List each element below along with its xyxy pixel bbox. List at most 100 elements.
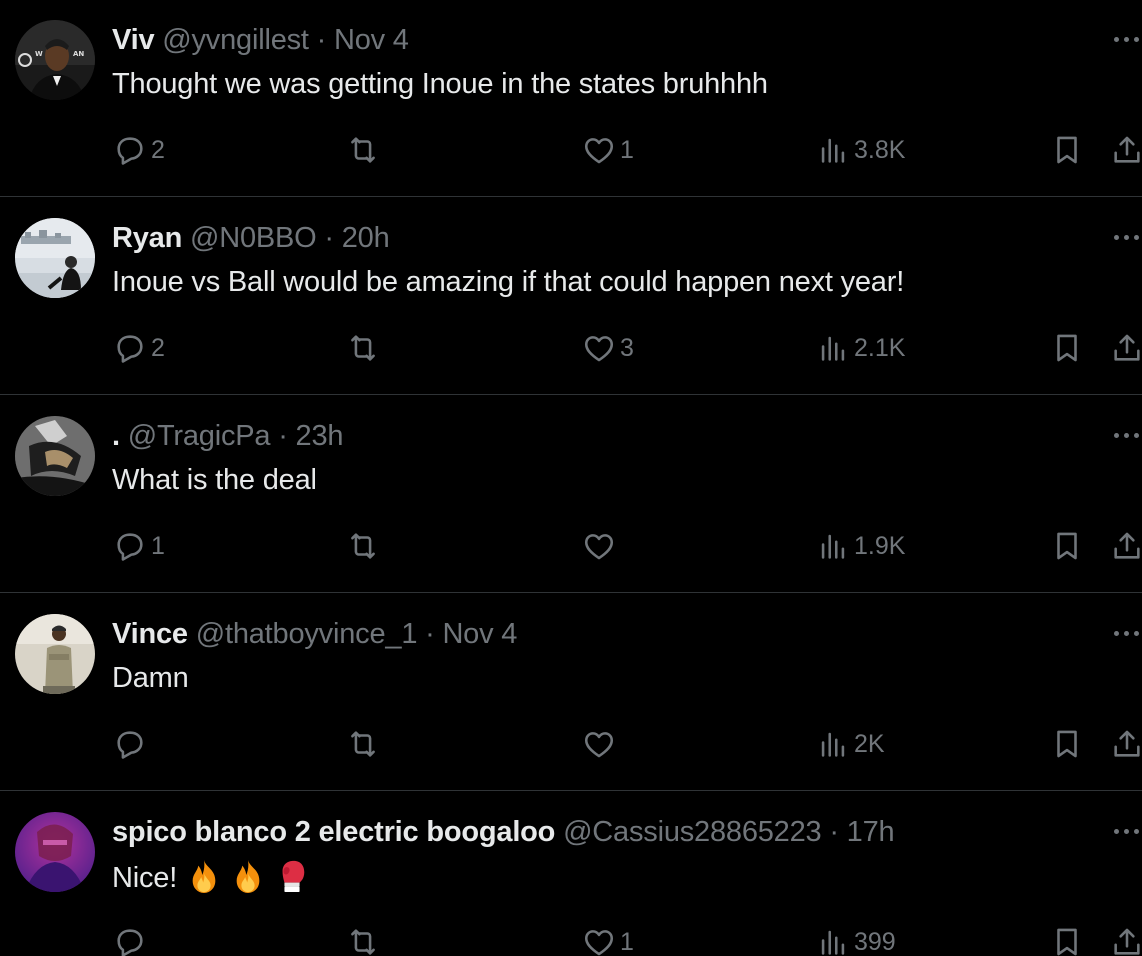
author-handle[interactable]: @yvngillest	[162, 24, 309, 56]
reply-feed: W AN Viv @yvngillest · Nov 4 Thought we …	[0, 0, 1142, 956]
bookmark-button[interactable]	[1048, 328, 1086, 368]
author-handle[interactable]: @Cassius28865223	[563, 816, 822, 848]
avatar[interactable]	[15, 416, 95, 496]
repost-button[interactable]	[344, 922, 384, 956]
share-button[interactable]	[1108, 724, 1142, 764]
separator-dot: ·	[278, 420, 288, 452]
separator-dot: ·	[829, 816, 839, 848]
tweet-header: spico blanco 2 electric boogaloo @Cassiu…	[112, 814, 895, 850]
reply-tweet[interactable]: Vince @thatboyvince_1 · Nov 4 Damn 2K	[0, 594, 1142, 791]
timestamp[interactable]: Nov 4	[442, 618, 517, 650]
more-icon[interactable]	[1112, 226, 1142, 250]
repost-button[interactable]	[344, 526, 384, 566]
author-name[interactable]: .	[112, 420, 120, 452]
avatar[interactable]	[15, 812, 95, 892]
tweet-header: . @TragicPa · 23h	[112, 418, 344, 454]
avatar[interactable]	[15, 218, 95, 298]
views-count: 2.1K	[854, 333, 906, 362]
author-name[interactable]: spico blanco 2 electric boogaloo	[112, 816, 555, 848]
avatar[interactable]	[15, 614, 95, 694]
reply-button[interactable]	[111, 922, 151, 956]
author-handle[interactable]: @TragicPa	[128, 420, 271, 452]
like-button[interactable]: 1	[580, 922, 634, 956]
views-button[interactable]: 2.1K	[814, 328, 905, 368]
views-count: 1.9K	[854, 531, 906, 560]
like-icon	[580, 725, 618, 763]
reply-button[interactable]: 2	[111, 130, 165, 170]
timestamp[interactable]: 23h	[296, 420, 344, 452]
reply-button[interactable]: 1	[111, 526, 165, 566]
reply-button[interactable]: 2	[111, 328, 165, 368]
repost-icon	[344, 131, 382, 169]
separator-dot: ·	[324, 222, 334, 254]
views-icon	[814, 329, 852, 367]
repost-button[interactable]	[344, 724, 384, 764]
action-bar: 1 399	[0, 922, 1142, 956]
bookmark-button[interactable]	[1048, 526, 1086, 566]
timestamp[interactable]: 17h	[847, 816, 895, 848]
tweet-text: Damn	[112, 662, 189, 694]
svg-text:W: W	[35, 50, 43, 58]
fire-emoji	[236, 859, 260, 893]
action-bar: 2 3 2.1K	[0, 328, 1142, 368]
reply-count: 2	[151, 333, 165, 362]
tweet-body: Nice!	[112, 858, 309, 896]
more-icon[interactable]	[1112, 28, 1142, 52]
fire-emoji	[192, 859, 216, 893]
views-button[interactable]: 2K	[814, 724, 885, 764]
views-count: 3.8K	[854, 135, 906, 164]
action-bar: 2 1 3.8K	[0, 130, 1142, 170]
like-button[interactable]: 3	[580, 328, 634, 368]
share-button[interactable]	[1108, 922, 1142, 956]
share-icon	[1108, 329, 1142, 367]
views-button[interactable]: 3.8K	[814, 130, 905, 170]
views-icon	[814, 527, 852, 565]
author-name[interactable]: Vince	[112, 618, 188, 650]
share-button[interactable]	[1108, 130, 1142, 170]
tweet-text: What is the deal	[112, 464, 317, 496]
share-icon	[1108, 923, 1142, 956]
share-icon	[1108, 725, 1142, 763]
reply-tweet[interactable]: spico blanco 2 electric boogaloo @Cassiu…	[0, 792, 1142, 956]
share-button[interactable]	[1108, 328, 1142, 368]
views-button[interactable]: 1.9K	[814, 526, 905, 566]
like-count: 1	[620, 927, 634, 956]
more-icon[interactable]	[1112, 424, 1142, 448]
reply-icon	[111, 725, 149, 763]
reply-tweet[interactable]: W AN Viv @yvngillest · Nov 4 Thought we …	[0, 0, 1142, 197]
timestamp[interactable]: Nov 4	[334, 24, 409, 56]
bookmark-button[interactable]	[1048, 922, 1086, 956]
reply-tweet[interactable]: . @TragicPa · 23h What is the deal 1 1.9…	[0, 396, 1142, 593]
reply-icon	[111, 329, 149, 367]
author-name[interactable]: Ryan	[112, 222, 182, 254]
bookmark-button[interactable]	[1048, 130, 1086, 170]
more-icon[interactable]	[1112, 820, 1142, 844]
bookmark-icon	[1048, 329, 1086, 367]
author-name[interactable]: Viv	[112, 24, 155, 56]
reply-tweet[interactable]: Ryan @N0BBO · 20h Inoue vs Ball would be…	[0, 198, 1142, 395]
like-button[interactable]: 1	[580, 130, 634, 170]
repost-button[interactable]	[344, 328, 384, 368]
more-icon[interactable]	[1112, 622, 1142, 646]
author-handle[interactable]: @thatboyvince_1	[196, 618, 418, 650]
reply-button[interactable]	[111, 724, 151, 764]
action-bar: 2K	[0, 724, 1142, 764]
views-count: 399	[854, 927, 896, 956]
timestamp[interactable]: 20h	[342, 222, 390, 254]
like-icon	[580, 923, 618, 956]
views-count: 2K	[854, 729, 885, 758]
like-count: 1	[620, 135, 634, 164]
bookmark-button[interactable]	[1048, 724, 1086, 764]
repost-icon	[344, 923, 382, 956]
reply-count: 2	[151, 135, 165, 164]
views-button[interactable]: 399	[814, 922, 896, 956]
author-handle[interactable]: @N0BBO	[190, 222, 317, 254]
avatar[interactable]: W AN	[15, 20, 95, 100]
like-icon	[580, 527, 618, 565]
repost-button[interactable]	[344, 130, 384, 170]
like-icon	[580, 329, 618, 367]
like-button[interactable]	[580, 724, 620, 764]
share-button[interactable]	[1108, 526, 1142, 566]
boxing-glove-emoji	[282, 860, 304, 893]
like-button[interactable]	[580, 526, 620, 566]
